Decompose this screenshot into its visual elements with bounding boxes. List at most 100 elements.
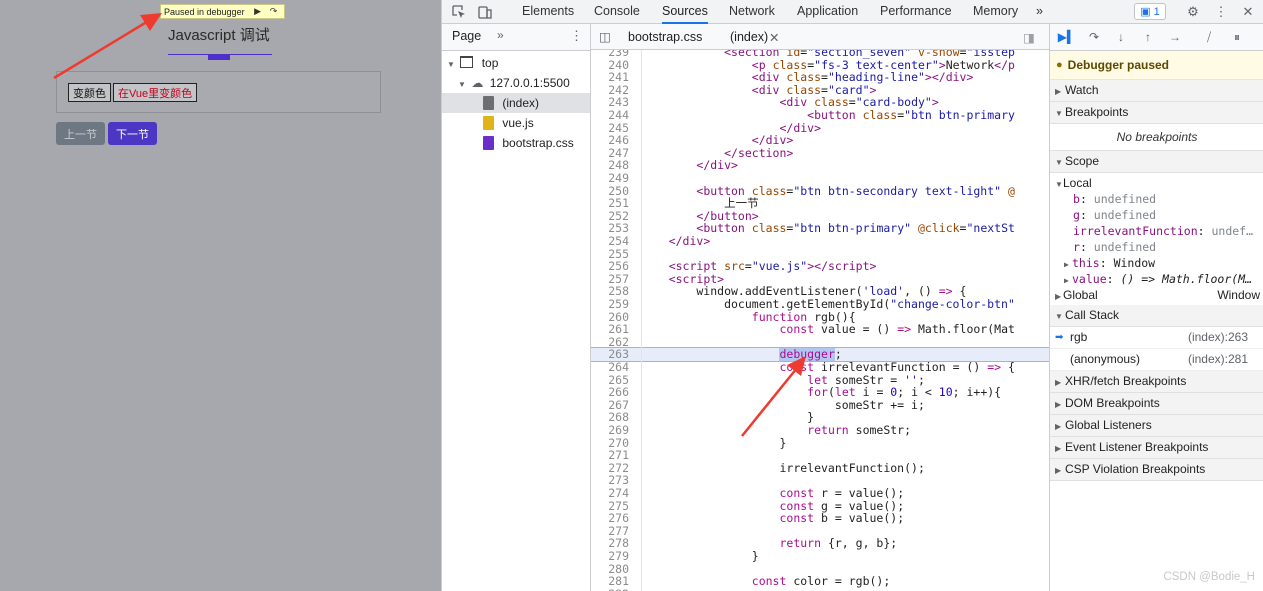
- section-watch[interactable]: ▶ Watch: [1050, 80, 1263, 102]
- settings-gear-icon[interactable]: ⚙: [1184, 3, 1202, 21]
- tab-performance[interactable]: Performance: [880, 0, 952, 23]
- line-number[interactable]: 271: [591, 449, 641, 462]
- next-section-button[interactable]: 下一节: [108, 122, 157, 145]
- var-name: r: [1073, 240, 1080, 254]
- code-line[interactable]: 281 const color = rgb();: [591, 575, 1049, 588]
- step-out-icon[interactable]: ↑: [1139, 29, 1157, 45]
- step-icon[interactable]: →: [1166, 29, 1184, 45]
- line-number[interactable]: 276: [591, 512, 641, 525]
- line-number[interactable]: 246: [591, 134, 641, 147]
- device-toolbar-icon[interactable]: [476, 3, 494, 21]
- scope-var-irrelevantfunction[interactable]: irrelevantFunction: undef…: [1050, 223, 1263, 239]
- tree-item-origin[interactable]: ▼ ☁ 127.0.0.1:5500: [442, 73, 606, 93]
- toggle-debugger-icon[interactable]: ◨: [1023, 30, 1035, 45]
- scope-this[interactable]: ▶ this: Window: [1050, 255, 1263, 271]
- section-call-stack[interactable]: ▼ Call Stack: [1050, 305, 1263, 327]
- section-breakpoints[interactable]: ▼ Breakpoints: [1050, 102, 1263, 124]
- scope-var-b[interactable]: b: undefined: [1050, 191, 1263, 207]
- tab-network[interactable]: Network: [729, 0, 775, 23]
- editor-tab-index[interactable]: (index): [730, 30, 768, 44]
- scope-tree: ▼Local b: undefined g: undefined irrelev…: [1050, 173, 1263, 305]
- tab-elements[interactable]: Elements: [522, 0, 574, 23]
- tab-sources[interactable]: Sources: [662, 0, 708, 24]
- line-number[interactable]: 244: [591, 109, 641, 122]
- code-line[interactable]: 261 const value = () => Math.floor(Mat: [591, 323, 1049, 336]
- call-frame-function: (anonymous): [1070, 352, 1141, 366]
- call-frame-anonymous[interactable]: (anonymous) (index):281: [1050, 349, 1263, 371]
- section-global-listeners[interactable]: ▶ Global Listeners: [1050, 415, 1263, 437]
- section-label: Call Stack: [1065, 308, 1120, 322]
- more-tabs-button[interactable]: »: [1036, 0, 1043, 23]
- expand-triangle-icon: ▼: [458, 80, 466, 89]
- code-line[interactable]: 272 irrelevantFunction();: [591, 461, 1049, 475]
- line-number[interactable]: 281: [591, 575, 641, 588]
- code-line[interactable]: 248 </div>: [591, 159, 1049, 172]
- line-number[interactable]: 249: [591, 172, 641, 185]
- tree-item-bootstrap-css[interactable]: bootstrap.css: [442, 133, 590, 153]
- tree-item-index[interactable]: (index): [442, 93, 590, 113]
- line-text: }: [641, 549, 759, 563]
- line-number[interactable]: 261: [591, 323, 641, 336]
- cloud-icon: ☁: [471, 76, 484, 90]
- scope-local-label: Local: [1063, 176, 1092, 190]
- tab-memory[interactable]: Memory: [973, 0, 1018, 23]
- code-line[interactable]: 279 }: [591, 550, 1049, 563]
- toggle-navigator-icon[interactable]: ◫: [599, 29, 611, 44]
- code-view[interactable]: 239 <section id="section_seven" v-show="…: [591, 50, 1049, 591]
- tree-item-label: bootstrap.css: [502, 136, 574, 150]
- scope-value[interactable]: ▶ value: () => Math.floor(M…: [1050, 271, 1263, 287]
- line-number[interactable]: 266: [591, 386, 641, 399]
- code-line[interactable]: 276 const b = value();: [591, 512, 1049, 525]
- line-number[interactable]: 251: [591, 197, 641, 210]
- line-number[interactable]: 256: [591, 260, 641, 273]
- vue-change-color-button[interactable]: 在Vue里变颜色: [113, 83, 198, 102]
- navigator-kebab-icon[interactable]: ⋮: [570, 28, 583, 44]
- collapsed-triangle-icon: ▶: [1064, 276, 1069, 285]
- section-event-listener-breakpoints[interactable]: ▶ Event Listener Breakpoints: [1050, 437, 1263, 459]
- close-tab-icon[interactable]: ✕: [769, 30, 779, 45]
- editor-tab-bootstrap-css[interactable]: bootstrap.css: [628, 30, 702, 44]
- inspect-element-icon[interactable]: [450, 3, 468, 21]
- section-csp-violation-breakpoints[interactable]: ▶ CSP Violation Breakpoints: [1050, 459, 1263, 481]
- line-number[interactable]: 279: [591, 550, 641, 563]
- section-label: CSP Violation Breakpoints: [1065, 462, 1206, 476]
- line-number[interactable]: 241: [591, 71, 641, 84]
- scope-var-r[interactable]: r: undefined: [1050, 239, 1263, 255]
- tree-item-top[interactable]: ▼ top: [442, 53, 595, 73]
- line-number[interactable]: 254: [591, 235, 641, 248]
- var-name: value: [1072, 272, 1107, 286]
- section-xhr-breakpoints[interactable]: ▶ XHR/fetch Breakpoints: [1050, 371, 1263, 393]
- line-number[interactable]: 274: [591, 487, 641, 500]
- section-scope[interactable]: ▼ Scope: [1050, 151, 1263, 173]
- navigator-tab-page[interactable]: Page: [452, 29, 481, 43]
- tab-application[interactable]: Application: [797, 0, 858, 23]
- scope-local[interactable]: ▼Local: [1050, 175, 1263, 191]
- navigator-more-button[interactable]: »: [497, 28, 504, 42]
- resume-icon[interactable]: ▶▍: [1058, 29, 1076, 45]
- call-frame-location: (index):281: [1187, 352, 1248, 366]
- step-over-icon[interactable]: ↷: [267, 6, 281, 18]
- call-frame-rgb[interactable]: ➡ rgb (index):263: [1050, 327, 1263, 349]
- step-over-icon[interactable]: ↷: [1085, 29, 1103, 45]
- close-icon[interactable]: ✕: [1239, 3, 1257, 21]
- line-number[interactable]: 259: [591, 298, 641, 311]
- code-line[interactable]: 254 </div>: [591, 235, 1049, 248]
- deactivate-breakpoints-icon[interactable]: ⧸: [1200, 29, 1218, 45]
- line-number[interactable]: 264: [591, 361, 641, 374]
- scope-global[interactable]: ▶ Global Window: [1050, 287, 1263, 305]
- tree-item-vuejs[interactable]: vue.js: [442, 113, 590, 133]
- change-color-button[interactable]: 变颜色: [68, 83, 111, 102]
- kebab-menu-icon[interactable]: ⋮: [1212, 3, 1230, 21]
- resume-icon[interactable]: ▶: [251, 6, 265, 18]
- line-text: const value = () => Math.floor(Mat: [779, 322, 1015, 337]
- line-number[interactable]: 269: [591, 424, 641, 437]
- scope-var-g[interactable]: g: undefined: [1050, 207, 1263, 223]
- tab-console[interactable]: Console: [594, 0, 640, 23]
- code-line[interactable]: 270 }: [591, 436, 1049, 450]
- issues-badge[interactable]: ▣ 1: [1134, 3, 1166, 20]
- section-label: Scope: [1065, 154, 1100, 168]
- pause-on-exceptions-icon[interactable]: ⏸: [1228, 29, 1246, 45]
- prev-section-button[interactable]: 上一节: [56, 122, 105, 145]
- step-into-icon[interactable]: ↓: [1112, 29, 1130, 45]
- section-dom-breakpoints[interactable]: ▶ DOM Breakpoints: [1050, 393, 1263, 415]
